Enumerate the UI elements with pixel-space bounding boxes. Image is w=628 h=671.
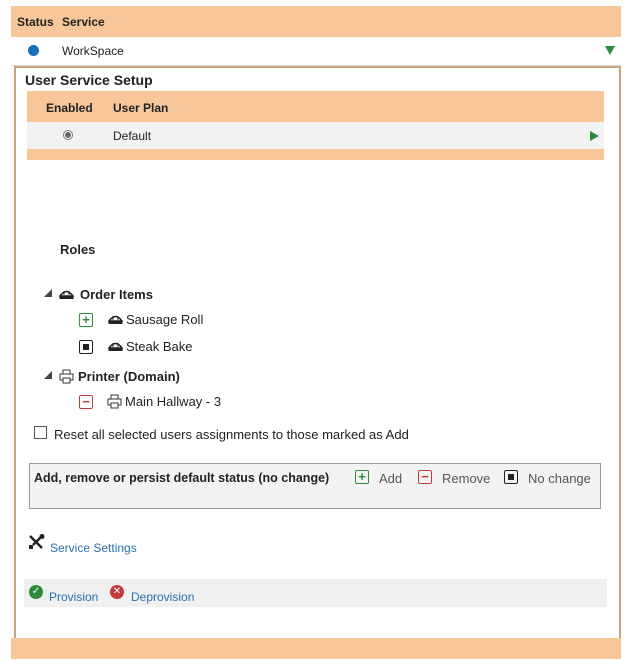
add-legend-label: Add xyxy=(379,471,403,486)
printer-icon xyxy=(59,369,74,384)
no-change-legend-icon xyxy=(504,470,518,484)
add-state-icon[interactable]: + xyxy=(79,313,93,327)
expand-triangle-icon[interactable] xyxy=(605,46,615,55)
pie-icon xyxy=(59,290,74,299)
deprovision-icon[interactable]: ✕ xyxy=(110,585,124,599)
pie-icon xyxy=(108,315,123,324)
provision-link[interactable]: Provision xyxy=(49,590,98,604)
enabled-column-header: Enabled xyxy=(46,101,93,115)
roles-heading: Roles xyxy=(60,242,96,257)
service-settings-link[interactable]: Service Settings xyxy=(50,541,137,555)
remove-legend-icon: − xyxy=(418,470,432,484)
row-arrow-icon[interactable] xyxy=(590,131,599,141)
footer-bar xyxy=(11,638,621,659)
service-column-header: Service xyxy=(62,15,105,29)
enabled-radio[interactable] xyxy=(63,130,73,140)
role-group-label: Order Items xyxy=(80,287,153,302)
reset-checkbox-label: Reset all selected users assignments to … xyxy=(54,427,409,442)
status-dot xyxy=(28,45,39,56)
role-group-label: Printer (Domain) xyxy=(78,369,180,384)
provision-icon[interactable]: ✓ xyxy=(29,585,43,599)
status-column-header: Status xyxy=(17,15,54,29)
pie-icon xyxy=(108,342,123,351)
no-change-legend-label: No change xyxy=(528,471,591,486)
user-plan-column-header: User Plan xyxy=(113,101,169,115)
remove-legend-label: Remove xyxy=(442,471,491,486)
role-item-label: Steak Bake xyxy=(126,339,193,354)
remove-state-icon[interactable]: − xyxy=(79,395,93,409)
collapse-triangle-icon[interactable] xyxy=(44,371,52,379)
legend-title: Add, remove or persist default status (n… xyxy=(34,471,330,485)
add-legend-icon: + xyxy=(355,470,369,484)
tools-icon[interactable] xyxy=(28,534,45,550)
user-plan-name: Default xyxy=(113,129,152,143)
user-service-setup-title: User Service Setup xyxy=(25,72,153,88)
role-item-label: Sausage Roll xyxy=(126,312,204,327)
role-item-label: Main Hallway - 3 xyxy=(125,394,222,409)
deprovision-link[interactable]: Deprovision xyxy=(131,590,194,604)
printer-icon xyxy=(107,394,122,409)
reset-checkbox[interactable] xyxy=(34,426,47,439)
collapse-triangle-icon[interactable] xyxy=(44,289,52,297)
service-name: WorkSpace xyxy=(62,44,124,58)
no-change-state-icon[interactable] xyxy=(79,340,93,354)
